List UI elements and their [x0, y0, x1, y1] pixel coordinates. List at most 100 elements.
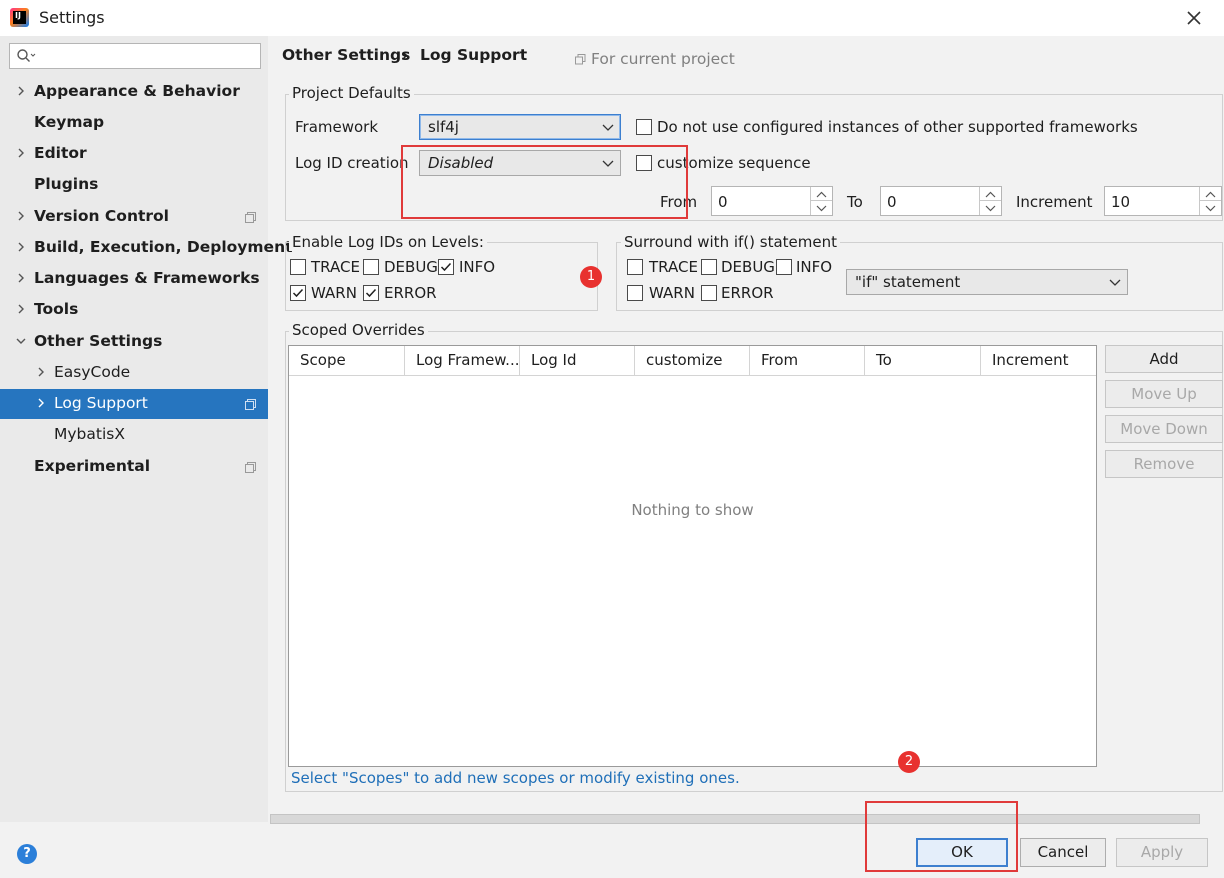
- sidebar-item-keymap[interactable]: Keymap: [0, 108, 268, 138]
- chevron-right-icon: [18, 242, 24, 252]
- sidebar-item-version-control[interactable]: Version Control: [0, 202, 268, 232]
- column-customize[interactable]: customize: [635, 346, 750, 376]
- sidebar-item-languages[interactable]: Languages & Frameworks: [0, 264, 268, 294]
- scope-label: For current project: [591, 50, 735, 68]
- level-debug-checkbox[interactable]: [363, 259, 379, 275]
- surround-debug-checkbox[interactable]: [701, 259, 717, 275]
- chevron-right-icon: [18, 211, 24, 221]
- sidebar-item-mybatisx[interactable]: MybatisX: [0, 420, 268, 450]
- surround-error-label: ERROR: [721, 284, 774, 302]
- level-warn-checkbox[interactable]: [290, 285, 306, 301]
- sidebar-item-label: Appearance & Behavior: [34, 82, 240, 100]
- intellij-logo-icon: IJ: [10, 8, 29, 27]
- level-warn-label: WARN: [311, 284, 357, 302]
- from-label: From: [660, 193, 698, 211]
- from-spinner[interactable]: 0: [711, 186, 833, 216]
- project-scope-icon: [245, 462, 256, 473]
- sidebar-item-plugins[interactable]: Plugins: [0, 170, 268, 200]
- level-trace-label: TRACE: [311, 258, 360, 276]
- surround-info-checkbox[interactable]: [776, 259, 792, 275]
- sidebar-item-tools[interactable]: Tools: [0, 295, 268, 325]
- increment-spinner[interactable]: 10: [1104, 186, 1222, 216]
- framework-value: slf4j: [428, 118, 459, 136]
- sidebar-item-appearance[interactable]: Appearance & Behavior: [0, 77, 268, 107]
- close-button[interactable]: [1180, 4, 1208, 32]
- to-increment-button[interactable]: [980, 187, 1001, 201]
- project-defaults-title: Project Defaults: [289, 84, 414, 102]
- increment-value: 10: [1111, 193, 1131, 211]
- sidebar-item-easycode[interactable]: EasyCode: [0, 358, 268, 388]
- sidebar-item-other-settings[interactable]: Other Settings: [0, 327, 268, 357]
- no-configured-frameworks-checkbox[interactable]: [636, 119, 652, 135]
- customize-sequence-checkbox[interactable]: [636, 155, 652, 171]
- increment-spinner-buttons: [1199, 187, 1221, 215]
- to-spinner[interactable]: 0: [880, 186, 1002, 216]
- sidebar-item-label: Log Support: [54, 394, 148, 412]
- surround-warn-checkbox[interactable]: [627, 285, 643, 301]
- checkmark-icon: [292, 288, 304, 298]
- sidebar-item-editor[interactable]: Editor: [0, 139, 268, 169]
- column-increment[interactable]: Increment: [981, 346, 1096, 376]
- to-decrement-button[interactable]: [980, 201, 1001, 215]
- chevron-down-icon: [602, 124, 614, 131]
- column-log-id[interactable]: Log Id: [520, 346, 635, 376]
- increment-decrement-button[interactable]: [1200, 201, 1221, 215]
- sidebar-item-label: Experimental: [34, 457, 151, 475]
- breadcrumb-current: Log Support: [420, 46, 528, 64]
- table-empty-text: Nothing to show: [631, 501, 754, 519]
- settings-search-input[interactable]: [9, 43, 261, 69]
- chevron-right-icon: [38, 398, 44, 408]
- increment-increment-button[interactable]: [1200, 187, 1221, 201]
- surround-trace-checkbox[interactable]: [627, 259, 643, 275]
- level-debug-label: DEBUG: [384, 258, 438, 276]
- enable-log-ids-title: Enable Log IDs on Levels:: [289, 233, 487, 251]
- chevron-up-icon: [1205, 191, 1216, 198]
- level-trace-checkbox[interactable]: [290, 259, 306, 275]
- chevron-down-icon: [985, 205, 996, 212]
- window-title: Settings: [39, 8, 105, 27]
- title-bar: IJ Settings: [0, 0, 1224, 36]
- breadcrumb-parent[interactable]: Other Settings: [282, 46, 410, 64]
- surround-statement-select[interactable]: "if" statement: [846, 269, 1128, 295]
- surround-warn-label: WARN: [649, 284, 695, 302]
- ok-button[interactable]: OK: [916, 838, 1008, 867]
- level-error-checkbox[interactable]: [363, 285, 379, 301]
- increment-label: Increment: [1016, 193, 1093, 211]
- sidebar-item-label: Languages & Frameworks: [34, 269, 260, 287]
- chevron-down-icon: [1109, 279, 1121, 286]
- log-id-creation-label: Log ID creation: [295, 154, 409, 172]
- from-decrement-button[interactable]: [811, 201, 832, 215]
- column-scope[interactable]: Scope: [289, 346, 405, 376]
- from-value: 0: [718, 193, 728, 211]
- surround-error-checkbox[interactable]: [701, 285, 717, 301]
- level-error-label: ERROR: [384, 284, 437, 302]
- chevron-down-icon: [1205, 205, 1216, 212]
- log-id-creation-select[interactable]: Disabled: [419, 150, 621, 176]
- apply-button[interactable]: Apply: [1116, 838, 1208, 867]
- scopes-hint-link[interactable]: Select "Scopes" to add new scopes or mod…: [291, 769, 740, 787]
- add-button[interactable]: Add: [1105, 345, 1223, 373]
- column-from[interactable]: From: [750, 346, 865, 376]
- sidebar-item-experimental[interactable]: Experimental: [0, 452, 268, 482]
- breadcrumb-separator: ›: [402, 46, 409, 64]
- help-button[interactable]: ?: [17, 844, 37, 864]
- level-info-checkbox[interactable]: [438, 259, 454, 275]
- sidebar-item-label: EasyCode: [54, 363, 131, 381]
- overrides-table: Scope Log Framew... Log Id customize Fro…: [288, 345, 1097, 767]
- horizontal-scrollbar[interactable]: [270, 814, 1200, 824]
- table-header: Scope Log Framew... Log Id customize Fro…: [289, 346, 1096, 376]
- no-configured-frameworks-label: Do not use configured instances of other…: [657, 118, 1138, 136]
- from-increment-button[interactable]: [811, 187, 832, 201]
- cancel-button[interactable]: Cancel: [1020, 838, 1106, 867]
- move-up-button[interactable]: Move Up: [1105, 380, 1223, 408]
- sidebar-item-log-support[interactable]: Log Support: [0, 389, 268, 419]
- from-spinner-buttons: [810, 187, 832, 215]
- sidebar-item-build[interactable]: Build, Execution, Deployment: [0, 233, 293, 263]
- column-log-framework[interactable]: Log Framew...: [405, 346, 520, 376]
- column-to[interactable]: To: [865, 346, 981, 376]
- sidebar-item-label: Editor: [34, 144, 87, 162]
- remove-button[interactable]: Remove: [1105, 450, 1223, 478]
- move-down-button[interactable]: Move Down: [1105, 415, 1223, 443]
- framework-select[interactable]: slf4j: [419, 114, 621, 140]
- project-scope-icon: [575, 54, 586, 65]
